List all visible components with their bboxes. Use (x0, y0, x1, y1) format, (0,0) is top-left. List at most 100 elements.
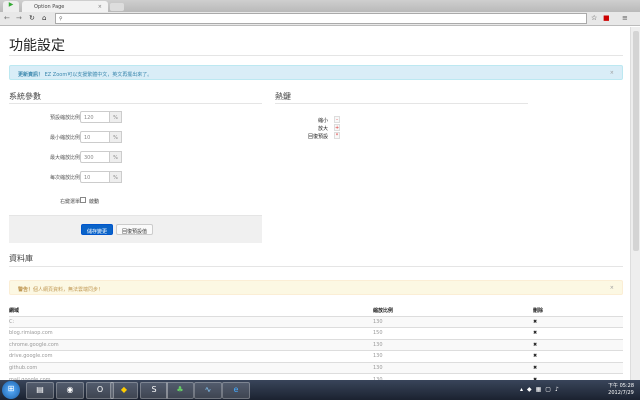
domain-cell: github.com (9, 361, 373, 374)
forward-icon[interactable]: → (16, 14, 22, 22)
field-min-zoom: 最小縮放比例 10% (10, 131, 260, 143)
zoom-database-table: 網域 縮放比例 刪除 C: 130 ✖ blog.rimiaop.com 150 ✖ chr… (9, 305, 623, 380)
warning-alert: 警告！個人網頁資料，無法雲端同步！ × (9, 280, 623, 295)
column-header-zoom: 縮放比例 (373, 305, 533, 317)
field-step-zoom: 每次縮放比例 10% (10, 171, 260, 183)
options-page: 功能設定 更新資訊！ EZ Zoom可以支援繁體中文，英文再擺出來了。 × 系統參… (0, 27, 630, 380)
delete-icon[interactable]: ✖ (533, 327, 623, 339)
column-header-domain: 網域 (9, 305, 373, 317)
checkbox-label: 啟動 (89, 199, 100, 205)
zoom-cell: 130 (373, 361, 533, 374)
hotkey-key[interactable]: + (334, 124, 340, 131)
divider (9, 55, 623, 56)
home-icon[interactable]: ⌂ (42, 14, 46, 22)
app-taskbar-icon[interactable]: ◆ (110, 382, 138, 399)
address-bar[interactable]: ⚲ (55, 13, 587, 24)
divider (275, 103, 528, 104)
tab-close-button[interactable]: × (98, 4, 102, 10)
context-menu-checkbox[interactable] (80, 197, 86, 203)
step-zoom-input[interactable]: 10 (80, 171, 110, 183)
reset-defaults-button[interactable]: 回復預設值 (116, 224, 154, 235)
chrome-taskbar-icon[interactable]: ◉ (56, 382, 84, 399)
system-heading: 系統參數 (9, 92, 41, 101)
info-alert-text: EZ Zoom可以支援繁體中文，英文再擺出來了。 (44, 72, 153, 78)
page-title: 功能設定 (9, 38, 65, 54)
close-icon[interactable]: × (610, 285, 614, 291)
clock-time: 下午 05:28 (608, 383, 634, 389)
field-max-zoom: 最大縮放比例 300% (10, 151, 260, 163)
table-row: chrome.google.com 130 ✖ (9, 338, 623, 351)
hotkey-zoom-in: 放大 + (290, 124, 340, 132)
clock[interactable]: 下午 05:28 2012/7/29 (608, 383, 634, 397)
extension-icon[interactable]: ■ (603, 14, 610, 22)
domain-cell: C: (9, 315, 373, 328)
field-label: 最小縮放比例 (49, 135, 80, 141)
hotkey-zoom-out: 縮小 - (290, 116, 340, 124)
hotkey-label: 縮小 (317, 118, 328, 124)
field-label: 最大縮放比例 (49, 155, 80, 161)
explorer-taskbar-icon[interactable]: ▤ (26, 382, 54, 399)
hotkey-key[interactable]: - (334, 116, 340, 123)
page-scrollbar[interactable] (630, 27, 640, 380)
database-heading: 資料庫 (9, 254, 33, 263)
hotkeys-heading: 熱鍵 (275, 92, 291, 101)
hotkey-label: 放大 (317, 126, 328, 132)
tab-option-page[interactable]: Option Page × (22, 1, 108, 12)
system-tray[interactable]: ▴◆▦▢♪ (520, 386, 563, 393)
field-context-menu: 右鍵選單 啟動 (10, 195, 260, 207)
max-zoom-input[interactable]: 300 (80, 151, 110, 163)
percent-addon: % (109, 171, 122, 183)
start-button[interactable]: ⊞ (2, 381, 20, 399)
chart-app-taskbar-icon[interactable]: ∿ (194, 382, 222, 399)
percent-addon: % (109, 151, 122, 163)
delete-icon[interactable]: ✖ (533, 350, 623, 362)
ie-taskbar-icon[interactable]: e (222, 382, 250, 399)
zoom-cell: 150 (373, 327, 533, 339)
warn-alert-text: 個人網頁資料，無法雲端同步！ (33, 287, 104, 293)
delete-icon[interactable]: ✖ (533, 361, 623, 374)
column-header-delete: 刪除 (533, 305, 623, 317)
info-alert: 更新資訊！ EZ Zoom可以支援繁體中文，英文再擺出來了。 × (9, 65, 623, 80)
wrench-menu-icon[interactable]: ≡ (622, 14, 628, 22)
table-row: drive.google.com 130 ✖ (9, 350, 623, 362)
clock-date: 2012/7/29 (608, 390, 634, 396)
bookmark-star-icon[interactable]: ☆ (591, 14, 597, 22)
default-zoom-input[interactable]: 120 (80, 111, 110, 123)
sublime-taskbar-icon[interactable]: S (140, 382, 168, 399)
zoom-cell: 130 (373, 315, 533, 328)
table-row: github.com 130 ✖ (9, 361, 623, 374)
domain-cell: blog.rimiaop.com (9, 327, 373, 339)
hotkey-label: 回復預設 (307, 134, 328, 140)
play-store-tab-icon[interactable]: ▶ (3, 1, 19, 12)
reload-icon[interactable]: ↻ (29, 14, 35, 22)
hotkey-key[interactable]: * (334, 132, 340, 139)
warn-alert-strong: 警告！ (18, 287, 34, 293)
tab-bar: ▶ Option Page × (0, 0, 640, 12)
search-icon: ⚲ (59, 16, 63, 22)
windows-taskbar: ⊞ ▤ ◉ O ◆ S ♣ ∿ e ▴◆▦▢♪ 下午 05:28 2012/7/2… (0, 380, 640, 400)
field-default-zoom: 預設縮放比例 120% (10, 111, 260, 123)
min-zoom-input[interactable]: 10 (80, 131, 110, 143)
domain-cell: drive.google.com (9, 350, 373, 362)
tab-title: Option Page (34, 4, 65, 10)
divider (9, 266, 623, 267)
zoom-cell: 130 (373, 350, 533, 362)
browser-toolbar: ← → ↻ ⌂ ⚲ ☆ ■ ≡ (0, 12, 640, 26)
percent-addon: % (109, 111, 122, 123)
divider (9, 103, 262, 104)
delete-icon[interactable]: ✖ (533, 315, 623, 328)
table-row: blog.rimiaop.com 150 ✖ (9, 327, 623, 339)
form-actions: 儲存變更 回復預設值 (9, 215, 262, 243)
field-label: 每次縮放比例 (49, 175, 80, 181)
percent-addon: % (109, 131, 122, 143)
network-taskbar-icon[interactable]: ♣ (166, 382, 194, 399)
delete-icon[interactable]: ✖ (533, 338, 623, 351)
save-button[interactable]: 儲存變更 (81, 224, 114, 235)
scrollbar-thumb[interactable] (633, 31, 639, 251)
field-label: 預設縮放比例 (49, 115, 80, 121)
back-icon[interactable]: ← (4, 14, 10, 22)
hotkey-reset: 回復預設 * (290, 132, 340, 140)
close-icon[interactable]: × (610, 70, 614, 76)
table-row: C: 130 ✖ (9, 315, 623, 328)
new-tab-button[interactable] (110, 3, 124, 11)
